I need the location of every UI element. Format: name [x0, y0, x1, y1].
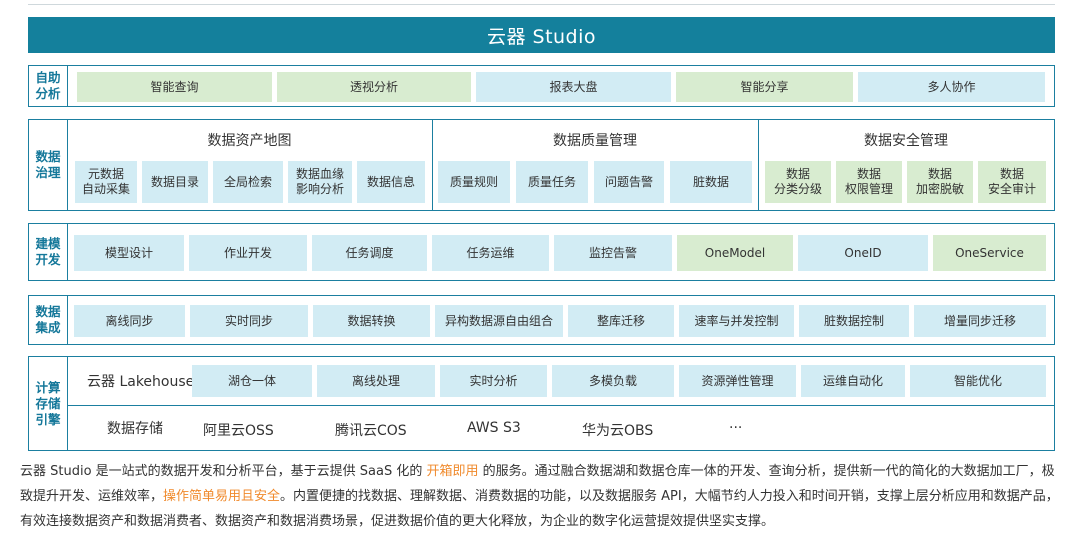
description-highlight: 操作简单易用且安全	[163, 489, 281, 504]
row-label-box: 数据 治理	[29, 120, 68, 210]
module-box: 速率与并发控制	[679, 305, 794, 337]
module-box: 资源弹性管理	[679, 365, 796, 397]
storage-item: AWS S3	[467, 420, 521, 436]
module-box: 报表大盘	[476, 72, 671, 102]
group-title: 数据资产地图	[207, 133, 292, 149]
module-box: OneModel	[677, 235, 793, 271]
storage-item: 华为云OBS	[582, 423, 654, 439]
row-label-box: 数据 集成	[29, 296, 68, 344]
group-asset-map: 数据资产地图 元数据 自动采集 数据目录 全局检索 数据血缘 影响分析 数据信息	[67, 120, 433, 210]
module-box: 智能查询	[77, 72, 272, 102]
module-box: 湖仓一体	[192, 365, 312, 397]
row-label-box: 建模 开发	[29, 224, 68, 280]
section-divider	[67, 405, 1054, 406]
module-box: 整库迁移	[568, 305, 674, 337]
module-box: 质量规则	[438, 161, 510, 203]
module-box: 数据转换	[313, 305, 430, 337]
module-box: 离线处理	[317, 365, 435, 397]
row-integration: 数据 集成 离线同步 实时同步 数据转换 异构数据源自由组合 整库迁移 速率与并发…	[28, 295, 1055, 345]
module-box: 离线同步	[74, 305, 185, 337]
group-title: 数据质量管理	[553, 133, 637, 149]
module-box: 数据信息	[357, 161, 425, 203]
storage-item: 腾讯云COS	[335, 423, 407, 439]
platform-banner: 云器 Studio	[28, 17, 1055, 53]
module-box: 多人协作	[858, 72, 1045, 102]
module-box: 智能优化	[910, 365, 1046, 397]
module-box: 监控告警	[554, 235, 672, 271]
platform-description: 云器 Studio 是一站式的数据开发和分析平台，基于云提供 SaaS 化的 开…	[20, 459, 1060, 534]
module-box: OneID	[798, 235, 928, 271]
row-label: 数据 集成	[35, 304, 61, 335]
storage-item: 阿里云OSS	[203, 423, 274, 439]
module-box: 脏数据	[670, 161, 752, 203]
module-box: 任务运维	[432, 235, 549, 271]
top-divider	[28, 4, 1055, 5]
module-box: 实时分析	[440, 365, 547, 397]
row-modeling: 建模 开发 模型设计 作业开发 任务调度 任务运维 监控告警 OneModel O…	[28, 223, 1055, 281]
row-label-box: 自助 分析	[29, 66, 68, 106]
module-box: 任务调度	[312, 235, 427, 271]
row-label-box: 计算 存储 引擎	[29, 357, 68, 450]
group-security: 数据安全管理 数据 分类分级 数据 权限管理 数据 加密脱敏 数据 安全审计	[758, 120, 1054, 210]
module-box: 智能分享	[676, 72, 853, 102]
description-highlight: 开箱即用	[426, 464, 479, 479]
row-label: 计算 存储 引擎	[35, 379, 61, 427]
module-box: 运维自动化	[801, 365, 905, 397]
module-box: 元数据 自动采集	[75, 161, 137, 203]
module-box: 作业开发	[189, 235, 307, 271]
module-box: 数据 加密脱敏	[907, 161, 973, 203]
row-label: 建模 开发	[35, 236, 61, 267]
module-box: 多模负载	[552, 365, 674, 397]
group-quality: 数据质量管理 质量规则 质量任务 问题告警 脏数据	[432, 120, 759, 210]
module-box: 异构数据源自由组合	[435, 305, 563, 337]
module-box: 数据 权限管理	[836, 161, 902, 203]
module-box: 全局检索	[213, 161, 283, 203]
module-box: 模型设计	[74, 235, 184, 271]
storage-title: 数据存储	[107, 421, 163, 437]
module-box: 质量任务	[516, 161, 588, 203]
module-box: 数据 安全审计	[978, 161, 1046, 203]
row-governance: 数据 治理 数据资产地图 元数据 自动采集 数据目录 全局检索 数据血缘 影响分析 数…	[28, 119, 1055, 211]
storage-item: ···	[729, 420, 743, 436]
lakehouse-title: 云器 Lakehouse	[87, 374, 195, 390]
module-box: 数据目录	[142, 161, 208, 203]
module-box: 脏数据控制	[799, 305, 909, 337]
module-box: 增量同步迁移	[914, 305, 1046, 337]
module-box: 问题告警	[594, 161, 664, 203]
row-label: 数据 治理	[35, 149, 61, 180]
group-title: 数据安全管理	[864, 133, 948, 149]
row-label: 自助 分析	[35, 70, 61, 101]
module-box: 数据 分类分级	[765, 161, 831, 203]
row-self-analysis: 自助 分析 智能查询 透视分析 报表大盘 智能分享 多人协作	[28, 65, 1055, 107]
module-box: 实时同步	[190, 305, 308, 337]
module-box: 透视分析	[277, 72, 471, 102]
module-box: OneService	[933, 235, 1046, 271]
module-box: 数据血缘 影响分析	[288, 161, 352, 203]
description-text: 云器 Studio 是一站式的数据开发和分析平台，基于云提供 SaaS 化的	[20, 464, 427, 479]
row-compute: 计算 存储 引擎 云器 Lakehouse 湖仓一体 离线处理 实时分析 多模负载 …	[28, 356, 1055, 451]
